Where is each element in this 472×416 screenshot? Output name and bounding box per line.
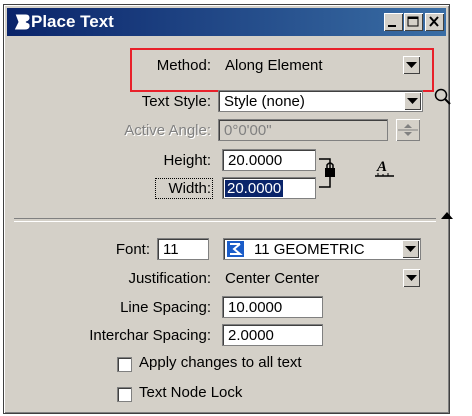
interchar-spacing-label: Interchar Spacing:: [89, 327, 211, 344]
height-label: Height:: [163, 152, 211, 169]
interchar-spacing-field[interactable]: 2.0000: [222, 324, 323, 346]
method-dropdown-button[interactable]: [403, 56, 420, 74]
apply-changes-checkbox[interactable]: [117, 357, 132, 372]
active-angle-value: 0°0'00": [224, 122, 272, 139]
font-dropdown-button[interactable]: [402, 240, 419, 258]
spinner-arrows-icon: [398, 124, 418, 136]
text-node-lock-label[interactable]: Text Node Lock: [139, 384, 242, 401]
collapse-arrow-icon[interactable]: [440, 211, 454, 221]
text-node-lock-checkbox[interactable]: [117, 387, 132, 402]
width-field[interactable]: 20.0000: [222, 177, 316, 199]
font-name-value: 11 GEOMETRIC: [254, 241, 365, 258]
text-style-dropdown-button[interactable]: [404, 92, 421, 110]
chevron-down-icon: [406, 275, 417, 281]
method-dropdown[interactable]: Along Element: [219, 54, 422, 78]
font-number-field[interactable]: 11: [157, 238, 209, 260]
chevron-down-icon: [406, 62, 417, 68]
height-value: 20.0000: [228, 152, 283, 169]
font-dropdown[interactable]: 11 GEOMETRIC: [223, 238, 421, 260]
chevron-down-icon: [407, 98, 418, 104]
justification-value: Center Center: [225, 270, 320, 287]
method-label: Method:: [156, 57, 211, 74]
window-title: Place Text: [31, 12, 114, 31]
text-style-value: Style (none): [224, 93, 305, 110]
justification-label: Justification:: [128, 270, 211, 287]
interchar-spacing-value: 2.0000: [228, 327, 274, 344]
minimize-button[interactable]: [384, 13, 403, 31]
close-button[interactable]: [425, 13, 444, 31]
line-spacing-value: 10.0000: [228, 299, 283, 316]
place-text-dialog: Place Text Method: Along Element Text St…: [3, 4, 453, 414]
width-value: 20.0000: [225, 180, 284, 197]
maximize-icon: [407, 16, 419, 27]
justification-dropdown[interactable]: Center Center: [219, 267, 422, 291]
svg-text:A: A: [376, 159, 387, 175]
line-spacing-label: Line Spacing:: [120, 299, 211, 316]
line-spacing-field[interactable]: 10.0000: [222, 296, 323, 318]
minimize-icon: [388, 25, 396, 27]
chevron-down-icon: [405, 246, 416, 252]
font-label: Font:: [115, 241, 150, 258]
microstation-logo-icon: [13, 13, 31, 31]
apply-changes-label[interactable]: Apply changes to all text: [139, 354, 302, 371]
aspect-lock-icon[interactable]: [318, 153, 348, 193]
height-field[interactable]: 20.0000: [222, 149, 316, 171]
method-value: Along Element: [225, 57, 323, 74]
close-icon: [429, 16, 439, 27]
text-style-dropdown[interactable]: Style (none): [218, 90, 423, 112]
active-angle-label: Active Angle:: [124, 122, 211, 139]
font-type-icon: [227, 241, 244, 257]
active-angle-spinner: [396, 119, 420, 141]
text-ruler-icon[interactable]: A: [374, 157, 396, 181]
text-style-label: Text Style:: [141, 93, 211, 110]
maximize-button[interactable]: [404, 13, 423, 31]
magnifier-icon[interactable]: [433, 87, 453, 109]
active-angle-field: 0°0'00": [218, 119, 388, 141]
justification-dropdown-button[interactable]: [403, 269, 420, 287]
section-divider: [14, 218, 436, 222]
width-label: Width:: [155, 178, 213, 199]
font-number-value: 11: [163, 241, 179, 258]
title-bar[interactable]: Place Text: [7, 8, 446, 36]
